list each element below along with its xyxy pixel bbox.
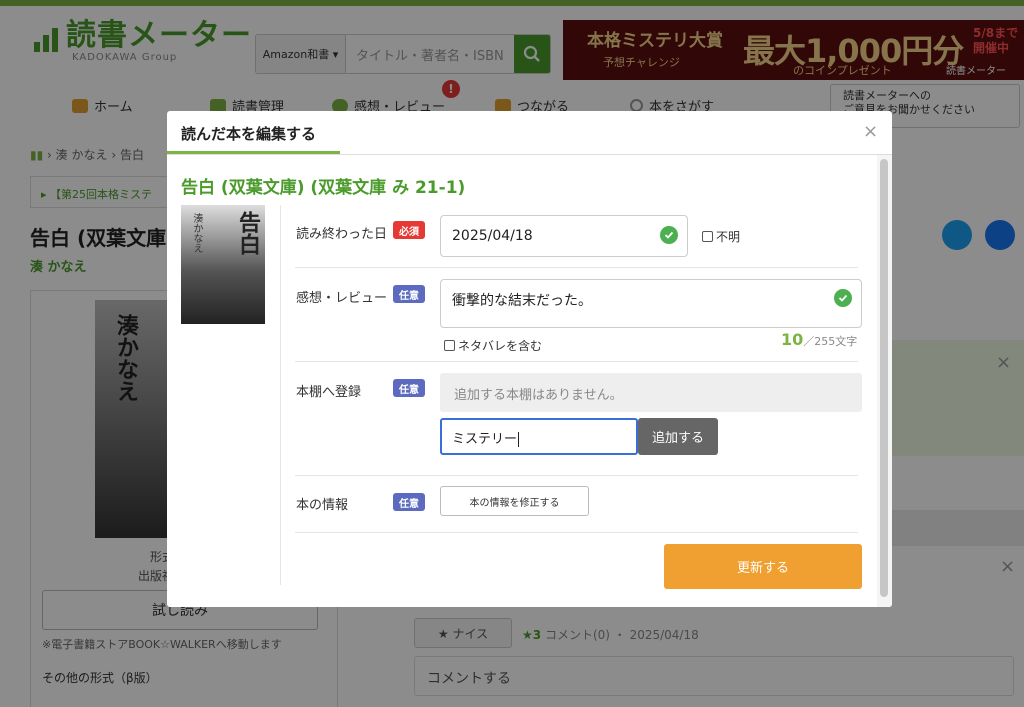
row-divider (295, 267, 858, 268)
shelf-name-input[interactable]: ミステリー (440, 418, 638, 455)
modal-header: 読んだ本を編集する × (167, 111, 892, 155)
book-info-label: 本の情報 (296, 498, 349, 513)
checkbox-box (444, 340, 455, 351)
add-shelf-button[interactable]: 追加する (638, 418, 718, 455)
row-divider (295, 475, 858, 476)
unknown-date-label: 不明 (716, 230, 741, 244)
row-divider (295, 361, 858, 362)
char-count-max: ／255文字 (803, 335, 858, 348)
cover-small-title: 告白 (235, 211, 260, 255)
shelf-label: 本棚へ登録 (296, 385, 362, 400)
review-label: 感想・レビュー (296, 291, 388, 306)
fix-book-info-button[interactable]: 本の情報を修正する (440, 486, 589, 516)
book-cover-small: 告白 湊かなえ (181, 205, 265, 324)
check-circle-icon (834, 289, 852, 307)
cover-small-author: 湊かなえ (191, 213, 202, 253)
modal-title-underline (167, 151, 340, 154)
spoiler-checkbox[interactable]: ネタバレを含む (444, 337, 542, 354)
char-count-value: 10 (781, 330, 804, 349)
shelf-empty-message: 追加する本棚はありません。 (440, 373, 862, 412)
checkbox-box (702, 231, 713, 242)
modal-book-title: 告白 (双葉文庫) (双葉文庫 み 21-1) (181, 178, 466, 198)
column-divider (280, 205, 281, 585)
modal-close-icon[interactable]: × (863, 121, 878, 142)
finish-date-label: 読み終わった日 (296, 227, 388, 242)
required-tag: 必須 (393, 221, 425, 239)
row-divider (295, 532, 858, 533)
optional-tag: 任意 (393, 379, 425, 397)
optional-tag: 任意 (393, 493, 425, 511)
unknown-date-checkbox[interactable]: 不明 (702, 228, 740, 245)
update-button[interactable]: 更新する (664, 544, 862, 589)
optional-tag: 任意 (393, 285, 425, 303)
review-textarea[interactable]: 衝撃的な結末だった。 (440, 279, 862, 328)
shelf-input-value: ミステリー (452, 432, 518, 447)
modal-title: 読んだ本を編集する (181, 125, 317, 143)
edit-read-book-modal: 読んだ本を編集する × 告白 (双葉文庫) (双葉文庫 み 21-1) 告白 湊… (167, 111, 892, 607)
char-count: 10／255文字 (781, 330, 857, 349)
modal-scrollbar-thumb[interactable] (880, 159, 888, 597)
finish-date-input[interactable]: 2025/04/18 (440, 215, 688, 257)
spoiler-label: ネタバレを含む (458, 339, 543, 353)
text-caret (518, 432, 520, 447)
check-circle-icon (660, 226, 678, 244)
